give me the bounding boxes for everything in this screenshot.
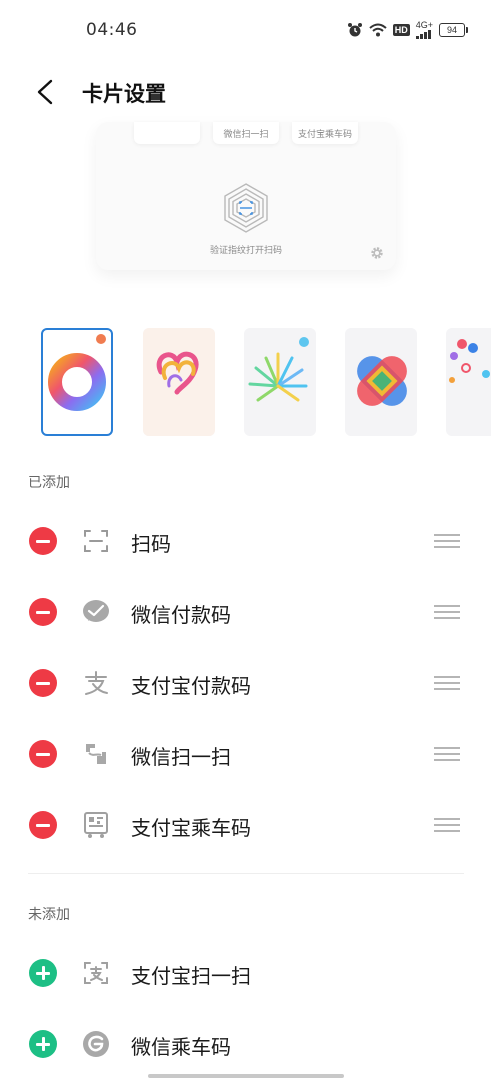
hd-badge: HD [392,24,410,36]
status-icons: HD 4G+ 94 [347,20,468,40]
drag-handle[interactable] [434,604,460,620]
remove-button[interactable] [29,669,57,697]
remove-button[interactable] [29,811,57,839]
alarm-icon [347,23,362,37]
added-item-wechat-scan: 微信扫一扫 [0,719,491,789]
wechat-scan-icon [86,744,106,764]
burst-theme-icon [248,337,309,402]
added-item-wechat-pay: 微信付款码 [0,577,491,647]
status-time: 04:46 [86,20,138,40]
item-label: 支付宝扫一扫 [131,964,251,988]
preview-chip-wechat-scan: 微信扫一扫 [213,122,279,144]
preview-caption: 验证指纹打开扫码 [209,246,282,256]
network-type: 4G+ [415,20,433,30]
remove-button[interactable] [29,740,57,768]
drag-handle[interactable] [434,533,460,549]
scan-icon [84,530,108,552]
theme-burst[interactable] [244,328,316,436]
theme-cross-tiles[interactable] [345,328,417,436]
remove-button[interactable] [29,598,57,626]
add-button[interactable] [29,1030,57,1058]
remove-button[interactable] [29,527,57,555]
fingerprint-hex-icon [224,183,268,233]
heart-ribbon-theme-icon [143,328,215,436]
wechat-transit-icon [83,1031,109,1057]
back-button[interactable] [28,74,64,110]
alipay-scan-icon [84,962,108,984]
status-bar: 04:46 HD 4G+ 94 [0,0,491,60]
gear-icon[interactable] [370,246,384,260]
add-button[interactable] [29,959,57,987]
item-label: 扫码 [131,532,171,556]
added-item-alipay-pay: 支付宝付款码 [0,648,491,718]
dots-theme-icon [449,339,490,383]
chevron-left-icon [37,79,53,105]
drag-handle[interactable] [434,675,460,691]
section-not-added-label: 未添加 [28,907,70,923]
not-added-item-wechat-transit: 微信乘车码 [0,1009,491,1079]
alipay-icon [85,671,108,695]
theme-dots[interactable] [446,328,491,436]
item-label: 微信付款码 [131,603,231,627]
ring-theme-icon [48,334,106,411]
wechat-icon [83,600,109,622]
card-preview: 微信扫一扫 支付宝乘车码 验证指纹打开扫码 [96,122,396,270]
section-added-label: 已添加 [28,475,70,491]
battery-icon: 94 [439,23,468,37]
signal-icon [415,30,431,39]
drag-handle[interactable] [434,817,460,833]
preview-blank-tile [134,122,200,144]
battery-level: 94 [446,25,457,35]
wifi-icon [369,23,387,37]
home-indicator[interactable] [148,1074,344,1078]
added-item-alipay-transit: 支付宝乘车码 [0,790,491,860]
signal-group: 4G+ [415,20,433,39]
theme-heart-ribbon[interactable] [143,328,215,436]
preview-chip-alipay-transit: 支付宝乘车码 [292,122,358,144]
page-title: 卡片设置 [82,82,166,106]
item-label: 支付宝付款码 [131,674,251,698]
theme-selector [0,326,491,438]
item-label: 支付宝乘车码 [131,816,251,840]
added-item-scan: 扫码 [0,506,491,576]
theme-ring[interactable] [41,328,113,436]
drag-handle[interactable] [434,746,460,762]
cross-tiles-theme-icon [357,356,407,406]
transit-code-icon [84,812,108,838]
item-label: 微信乘车码 [131,1035,231,1059]
not-added-item-alipay-scan: 支付宝扫一扫 [0,938,491,1008]
item-label: 微信扫一扫 [131,745,231,769]
header: 卡片设置 [0,62,491,122]
section-divider [28,873,464,874]
